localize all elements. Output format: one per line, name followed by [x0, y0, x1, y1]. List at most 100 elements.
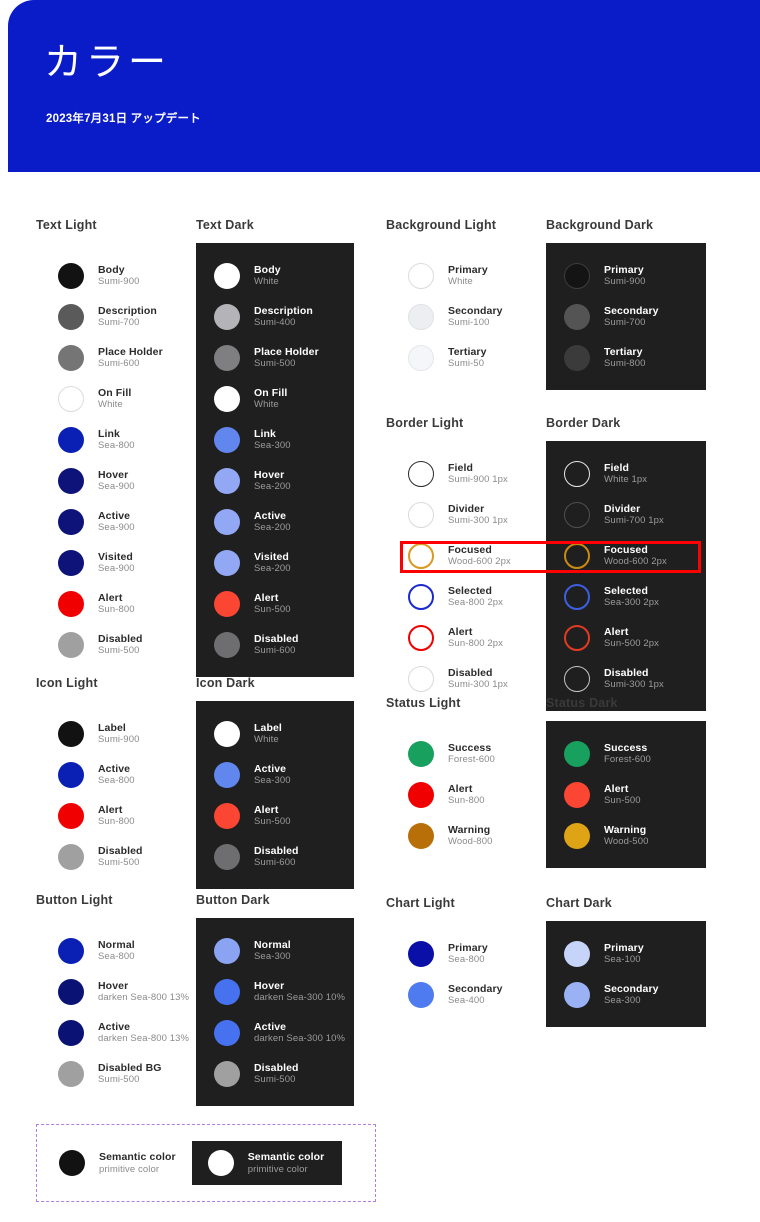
- group-title-border-dark: Border Dark: [546, 416, 621, 430]
- swatch-row[interactable]: Label Sumi-900: [36, 713, 196, 754]
- swatch-row[interactable]: Normal Sea-300: [196, 930, 354, 971]
- swatch-row[interactable]: Disabled Sumi-300 1px: [546, 658, 706, 699]
- swatch-row[interactable]: Normal Sea-800: [36, 930, 196, 971]
- swatch-row[interactable]: Tertiary Sumi-800: [546, 337, 706, 378]
- swatch-text: Label Sumi-900: [98, 722, 139, 746]
- swatch-row[interactable]: Disabled Sumi-500: [196, 1053, 354, 1094]
- swatch-row[interactable]: Secondary Sea-300: [546, 974, 706, 1015]
- swatch-token-value: Sumi-900: [98, 734, 140, 746]
- swatch-row[interactable]: Active darken Sea-800 13%: [36, 1012, 196, 1053]
- swatch-row[interactable]: Primary Sumi-900: [546, 255, 706, 296]
- swatch-row[interactable]: Focused Wood-600 2px: [386, 535, 546, 576]
- swatch-row[interactable]: Field Sumi-900 1px: [386, 453, 546, 494]
- swatch-text: Body Sumi-900: [98, 264, 139, 288]
- swatch-row[interactable]: Warning Wood-500: [546, 815, 706, 856]
- swatch-row[interactable]: Selected Sea-300 2px: [546, 576, 706, 617]
- swatch-row[interactable]: Hover darken Sea-300 10%: [196, 971, 354, 1012]
- swatch-row[interactable]: Hover Sea-200: [196, 460, 354, 501]
- group-title-status-light: Status Light: [386, 696, 461, 710]
- swatch-row[interactable]: Alert Sun-500: [196, 583, 354, 624]
- swatch-row[interactable]: Secondary Sumi-100: [386, 296, 546, 337]
- swatch-row[interactable]: Label White: [196, 713, 354, 754]
- swatch-row[interactable]: Alert Sun-500: [196, 795, 354, 836]
- color-swatch-dot: [58, 843, 84, 870]
- swatch-row[interactable]: Selected Sea-800 2px: [386, 576, 546, 617]
- swatch-row[interactable]: Disabled Sumi-600: [196, 836, 354, 877]
- swatch-row[interactable]: Success Forest-600: [546, 733, 706, 774]
- group-title-background-light: Background Light: [386, 218, 497, 232]
- swatch-row[interactable]: Active Sea-300: [196, 754, 354, 795]
- swatch-row[interactable]: Primary White: [386, 255, 546, 296]
- swatch-name: Disabled: [254, 844, 299, 857]
- swatch-token-value: Sea-800: [98, 440, 135, 452]
- swatch-token-value: Sumi-600: [254, 857, 296, 869]
- swatch-row[interactable]: Alert Sun-800: [36, 583, 196, 624]
- group-title-chart-dark: Chart Dark: [546, 896, 612, 910]
- swatch-token-value: Sumi-600: [254, 645, 296, 657]
- swatch-token-value: Sea-100: [604, 954, 641, 966]
- group-panel-icon-light: Label Sumi-900 Active Sea-800 Alert Sun-800 Di…: [36, 701, 196, 889]
- swatch-name: Secondary: [604, 304, 659, 317]
- swatch-row[interactable]: Disabled BG Sumi-500: [36, 1053, 196, 1094]
- swatch-row[interactable]: Body Sumi-900: [36, 255, 196, 296]
- swatch-row[interactable]: On Fill White: [36, 378, 196, 419]
- swatch-row[interactable]: Active darken Sea-300 10%: [196, 1012, 354, 1053]
- swatch-row[interactable]: Divider Sumi-300 1px: [386, 494, 546, 535]
- swatch-row[interactable]: Link Sea-800: [36, 419, 196, 460]
- swatch-row[interactable]: Active Sea-800: [36, 754, 196, 795]
- swatch-token-value: Sea-800: [448, 954, 485, 966]
- swatch-row[interactable]: Secondary Sea-400: [386, 974, 546, 1015]
- swatch-row[interactable]: Alert Sun-800: [36, 795, 196, 836]
- swatch-row[interactable]: Success Forest-600: [386, 733, 546, 774]
- swatch-row[interactable]: Visited Sea-900: [36, 542, 196, 583]
- swatch-row[interactable]: Description Sumi-400: [196, 296, 354, 337]
- swatch-row[interactable]: Primary Sea-100: [546, 933, 706, 974]
- swatch-text: Warning Wood-500: [604, 824, 648, 848]
- swatch-row[interactable]: Place Holder Sumi-600: [36, 337, 196, 378]
- swatch-token-value: Sea-300 2px: [604, 597, 659, 609]
- color-swatch-dot: [408, 501, 434, 528]
- swatch-row[interactable]: Focused Wood-600 2px: [546, 535, 706, 576]
- swatch-row[interactable]: Hover Sea-900: [36, 460, 196, 501]
- swatch-row[interactable]: Disabled Sumi-500: [36, 624, 196, 665]
- swatch-row[interactable]: Hover darken Sea-800 13%: [36, 971, 196, 1012]
- swatch-text: Success Forest-600: [604, 742, 651, 766]
- swatch-row[interactable]: Place Holder Sumi-500: [196, 337, 354, 378]
- group-chart-dark: Chart Dark Primary Sea-100 Secondary Sea-300: [546, 896, 706, 1027]
- swatch-row[interactable]: Description Sumi-700: [36, 296, 196, 337]
- swatch-name: Focused: [604, 543, 648, 556]
- swatch-row[interactable]: Tertiary Sumi-50: [386, 337, 546, 378]
- swatch-name: Disabled BG: [98, 1061, 162, 1074]
- swatch-name: Primary: [448, 263, 488, 276]
- swatch-row[interactable]: Active Sea-900: [36, 501, 196, 542]
- swatch-row[interactable]: Secondary Sumi-700: [546, 296, 706, 337]
- swatch-row[interactable]: Body White: [196, 255, 354, 296]
- swatch-row[interactable]: On Fill White: [196, 378, 354, 419]
- swatch-row[interactable]: Primary Sea-800: [386, 933, 546, 974]
- swatch-row[interactable]: Visited Sea-200: [196, 542, 354, 583]
- swatch-row[interactable]: Warning Wood-800: [386, 815, 546, 856]
- swatch-row[interactable]: Field White 1px: [546, 453, 706, 494]
- swatch-row[interactable]: Alert Sun-500: [546, 774, 706, 815]
- swatch-row[interactable]: Disabled Sumi-500: [36, 836, 196, 877]
- swatch-row[interactable]: Divider Sumi-700 1px: [546, 494, 706, 535]
- swatch-row[interactable]: Active Sea-200: [196, 501, 354, 542]
- swatch-token-value: Sumi-500: [254, 1074, 296, 1086]
- group-button-dark: Button Dark Normal Sea-300 Hover darken Sea-…: [196, 893, 354, 1106]
- swatch-row[interactable]: Alert Sun-800: [386, 774, 546, 815]
- swatch-row[interactable]: Link Sea-300: [196, 419, 354, 460]
- swatch-text: Primary Sea-800: [448, 942, 488, 966]
- swatch-row[interactable]: Alert Sun-500 2px: [546, 617, 706, 658]
- swatch-row[interactable]: Disabled Sumi-300 1px: [386, 658, 546, 699]
- swatch-name: Visited: [254, 550, 289, 563]
- swatch-row[interactable]: Disabled Sumi-600: [196, 624, 354, 665]
- swatch-row[interactable]: Alert Sun-800 2px: [386, 617, 546, 658]
- color-swatch-dot: [564, 940, 590, 967]
- group-title-status-dark: Status Dark: [546, 696, 618, 710]
- swatch-name: Alert: [98, 803, 123, 816]
- swatch-token-value: Sun-500 2px: [604, 638, 659, 650]
- color-swatch-dot: [408, 822, 434, 849]
- swatch-text: Alert Sun-500: [254, 592, 291, 616]
- swatch-text: Alert Sun-800: [98, 804, 135, 828]
- swatch-token-value: Sea-800 2px: [448, 597, 503, 609]
